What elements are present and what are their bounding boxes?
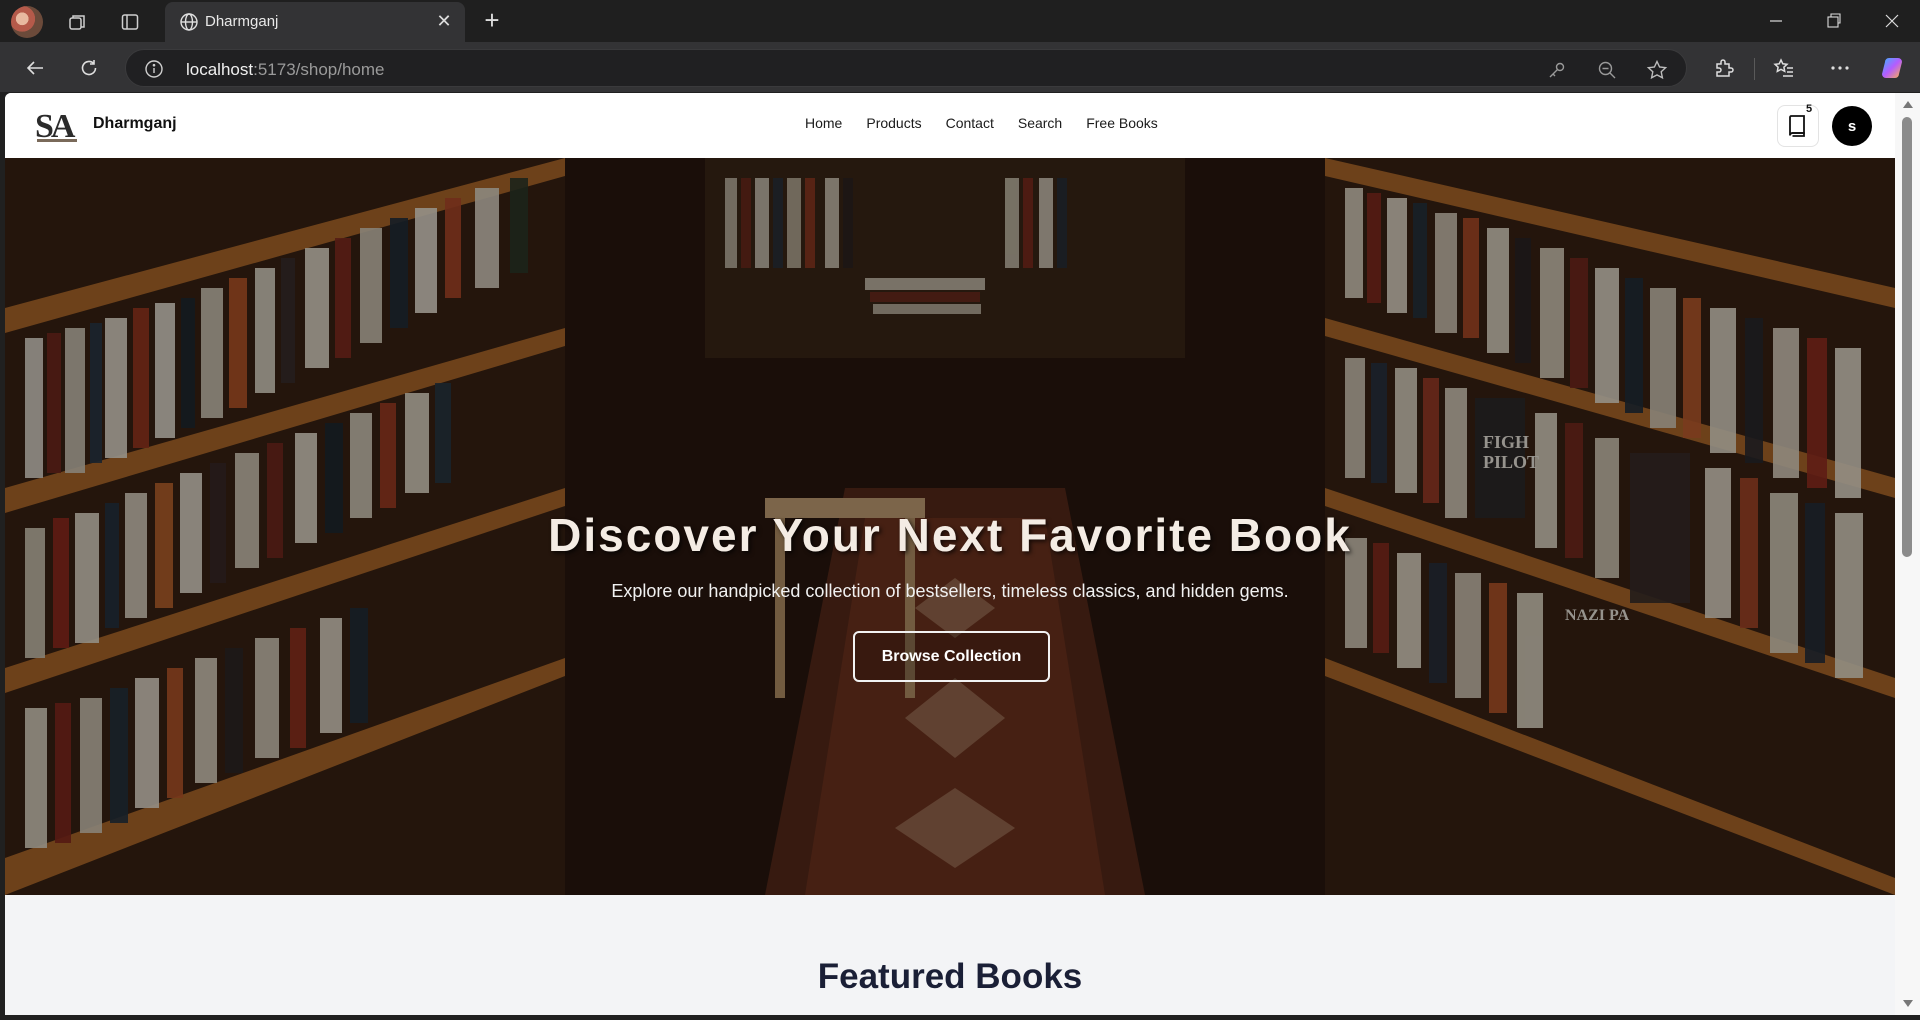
globe-icon — [179, 12, 199, 37]
more-options-icon[interactable] — [1826, 54, 1854, 82]
url-host: localhost — [186, 60, 254, 79]
hero-subtitle: Explore our handpicked collection of bes… — [611, 581, 1289, 601]
site-navbar: SA Dharmganj Home Products Contact Searc… — [5, 93, 1895, 158]
cart-count-badge: 5 — [1806, 103, 1813, 115]
featured-heading: Featured Books — [817, 957, 1083, 996]
address-bar[interactable]: localhost:5173/shop/home — [125, 49, 1687, 87]
nav-products[interactable]: Products — [866, 115, 921, 131]
browser-tab-active[interactable]: Dharmganj ✕ — [165, 2, 465, 42]
tab-actions-icon[interactable] — [117, 9, 143, 35]
url-path: :5173/shop/home — [253, 60, 385, 79]
zoom-out-icon[interactable] — [1596, 59, 1618, 81]
main-nav: Home Products Contact Search Free Books — [805, 115, 1158, 131]
hero-title: Discover Your Next Favorite Book — [548, 509, 1352, 561]
workspaces-icon[interactable] — [64, 9, 90, 35]
nav-home[interactable]: Home — [805, 115, 842, 131]
site-logo[interactable]: SA — [35, 107, 79, 143]
favorite-star-icon[interactable] — [1646, 59, 1668, 81]
restore-icon[interactable] — [1816, 8, 1852, 34]
nav-search[interactable]: Search — [1018, 115, 1062, 131]
browser-tab-strip: Dharmganj ✕ + — [0, 0, 1920, 42]
book-icon — [1789, 115, 1805, 137]
back-icon[interactable] — [21, 54, 49, 82]
scrollbar-thumb[interactable] — [1902, 117, 1912, 557]
featured-section: Featured Books — [5, 895, 1895, 1015]
brand-name[interactable]: Dharmganj — [93, 115, 177, 133]
profile-avatar[interactable] — [11, 6, 43, 38]
scroll-up-arrow-icon[interactable] — [1903, 101, 1913, 108]
browser-toolbar: localhost:5173/shop/home — [0, 42, 1920, 92]
extensions-icon[interactable] — [1710, 54, 1738, 82]
browse-collection-button[interactable]: Browse Collection — [853, 631, 1050, 682]
svg-text:SA: SA — [35, 108, 76, 143]
copilot-icon[interactable] — [1880, 54, 1908, 82]
toolbar-separator — [1754, 58, 1755, 80]
page-viewport: SA Dharmganj Home Products Contact Searc… — [5, 93, 1895, 1015]
url-text: localhost:5173/shop/home — [186, 60, 385, 80]
page-scrollbar[interactable] — [1895, 93, 1920, 1015]
reload-icon[interactable] — [75, 54, 103, 82]
favorites-icon[interactable] — [1770, 54, 1798, 82]
close-window-icon[interactable] — [1874, 8, 1910, 34]
tab-title: Dharmganj — [205, 13, 279, 30]
close-tab-icon[interactable]: ✕ — [433, 10, 455, 32]
cart-button[interactable] — [1777, 105, 1819, 147]
minimize-icon[interactable] — [1758, 8, 1794, 34]
password-key-icon[interactable] — [1546, 59, 1568, 81]
scroll-down-arrow-icon[interactable] — [1903, 1000, 1913, 1007]
user-avatar[interactable]: s — [1832, 106, 1872, 146]
site-info-icon[interactable] — [144, 59, 164, 84]
nav-free-books[interactable]: Free Books — [1086, 115, 1158, 131]
hero-section: FIGH PILOT NAZI PA Discover Your Next Fa… — [5, 158, 1895, 895]
nav-contact[interactable]: Contact — [946, 115, 994, 131]
new-tab-icon[interactable]: + — [478, 7, 506, 35]
